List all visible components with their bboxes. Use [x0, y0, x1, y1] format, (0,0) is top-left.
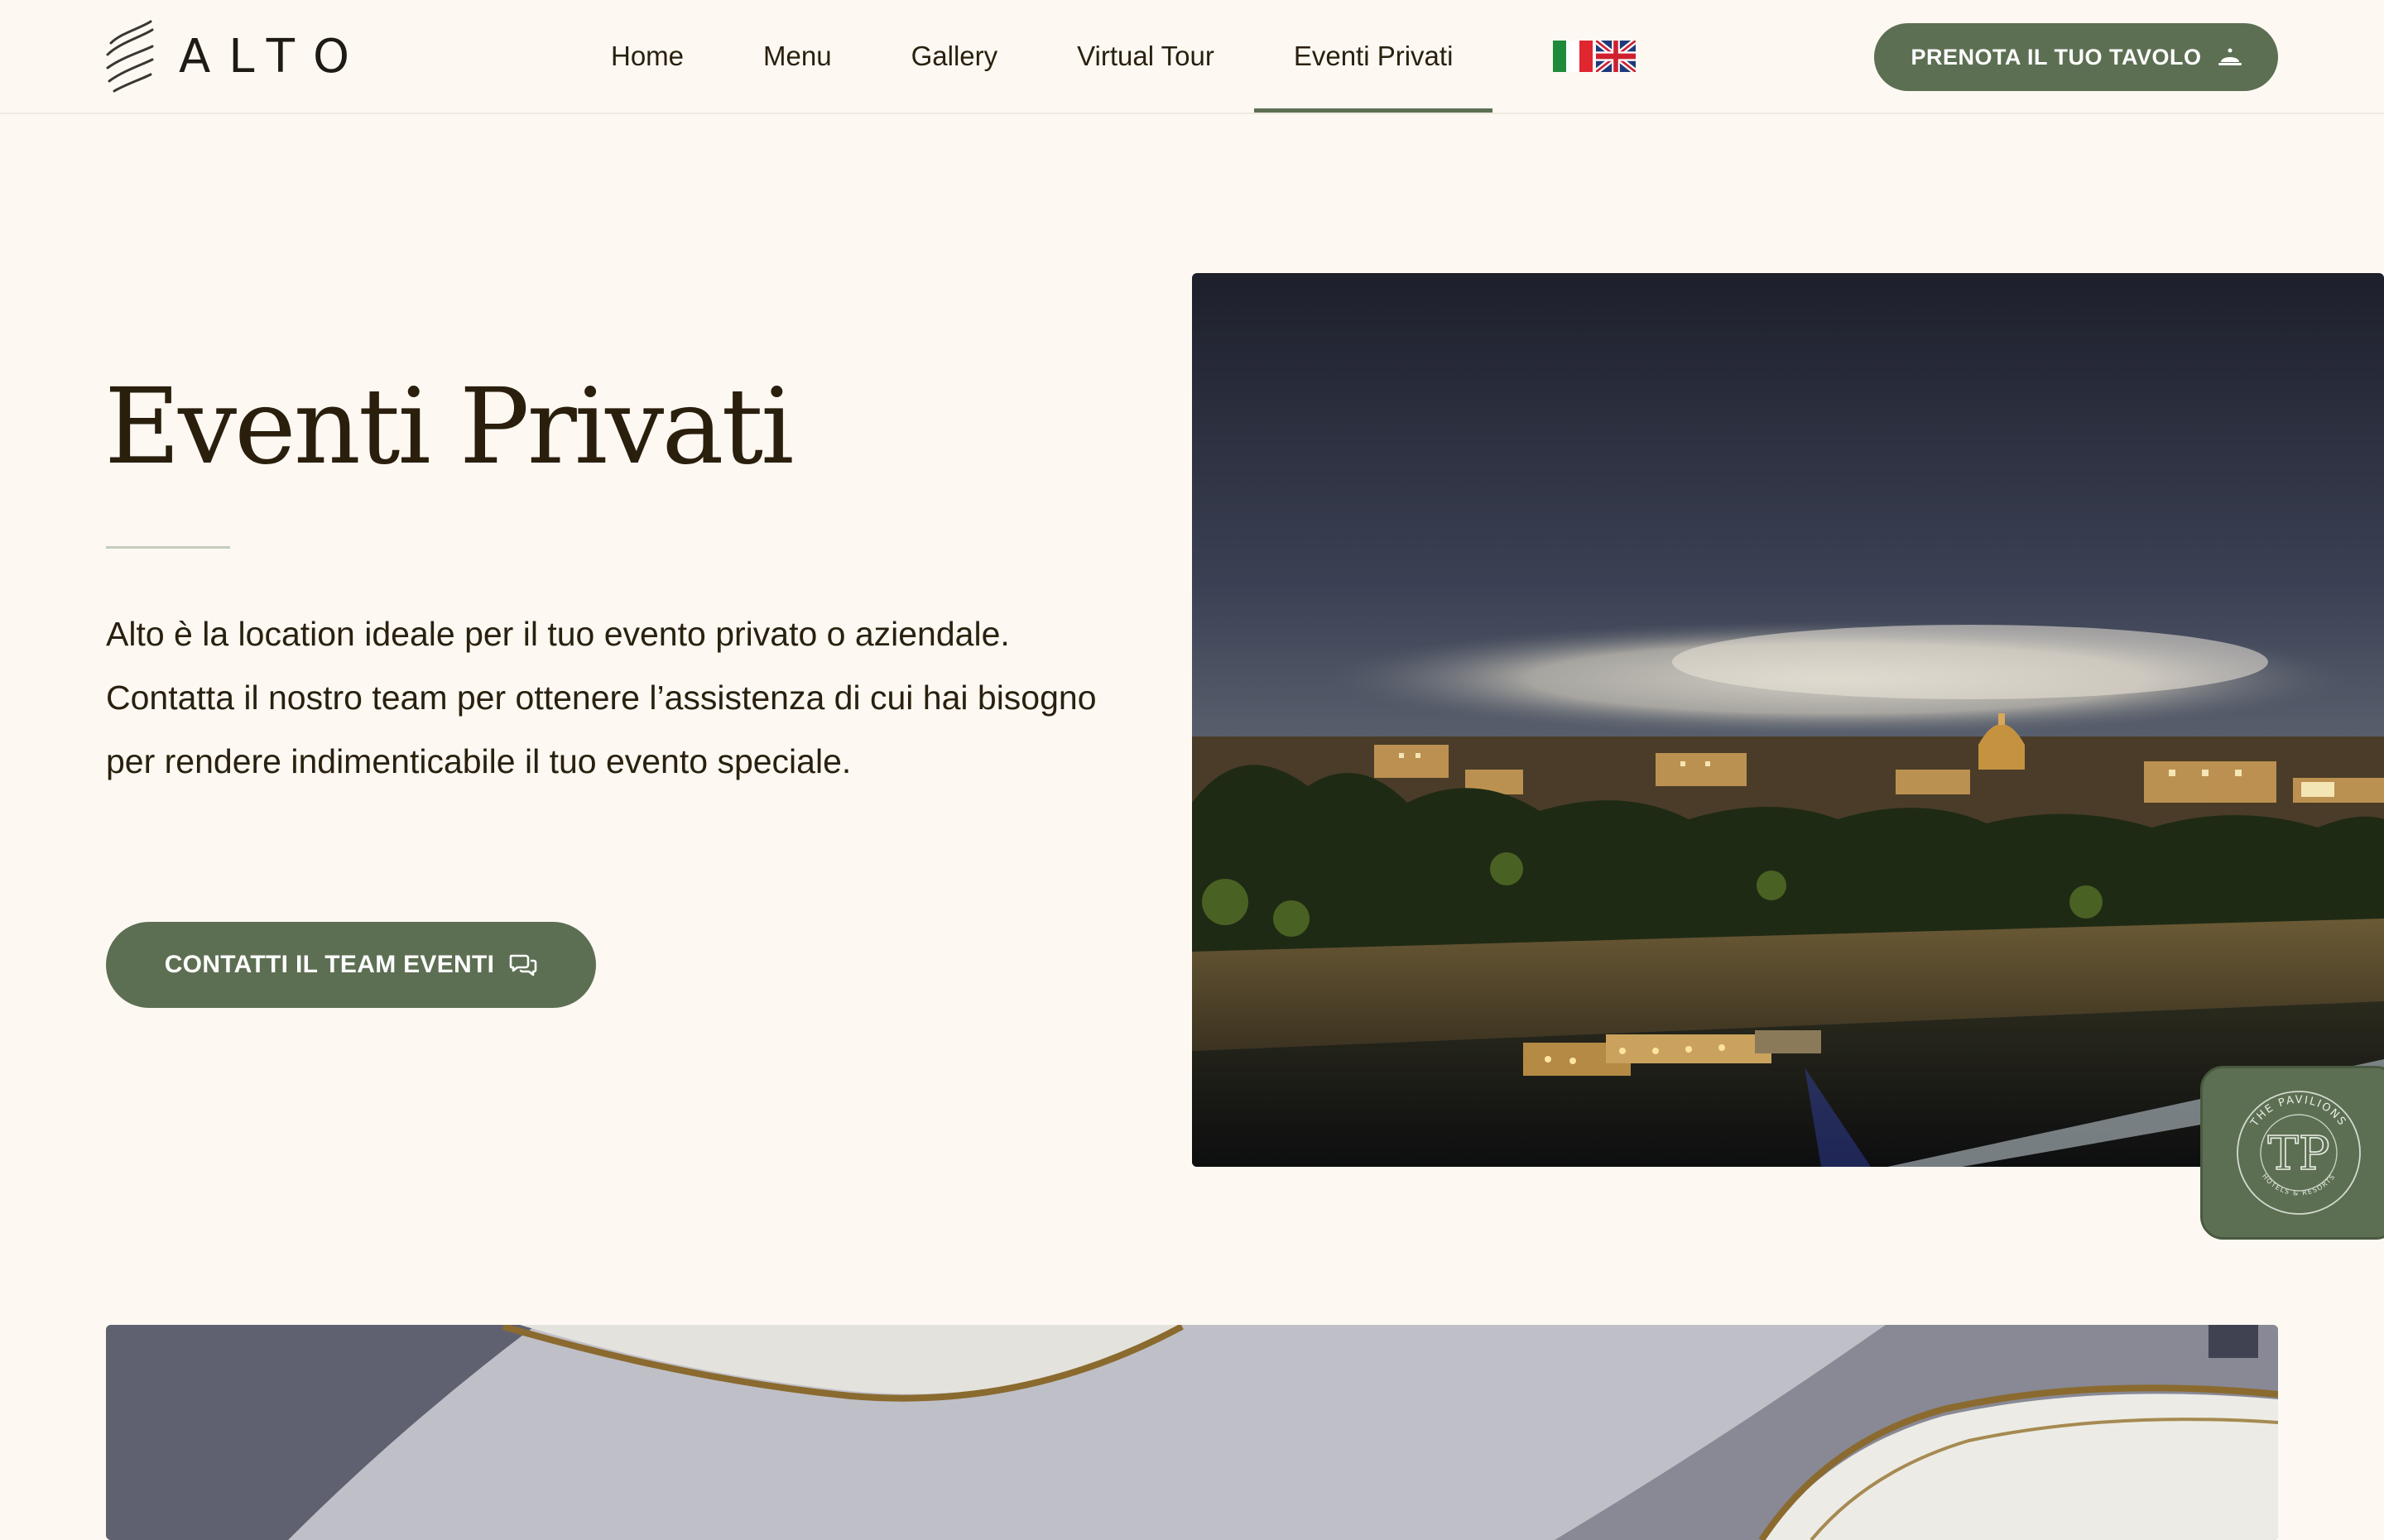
- contact-events-team-button[interactable]: CONTATTI IL TEAM EVENTI: [106, 922, 596, 1008]
- logo[interactable]: ALTO: [104, 18, 368, 94]
- svg-text:THE PAVILIONS: THE PAVILIONS: [2248, 1094, 2349, 1130]
- nav-label: Gallery: [911, 41, 998, 71]
- cloche-icon: [2218, 48, 2242, 65]
- contact-label: CONTATTI IL TEAM EVENTI: [164, 951, 495, 978]
- nav-label: Virtual Tour: [1077, 41, 1214, 71]
- nav-label: Home: [611, 41, 685, 71]
- language-switcher: [1553, 41, 1636, 72]
- pavilions-logo-icon: THE PAVILIONS HOTELS & RESORTS TP: [2237, 1091, 2361, 1215]
- site-header: ALTO Home Menu Gallery Virtual Tour Even…: [0, 0, 2384, 114]
- nav-item-eventi-privati[interactable]: Eventi Privati: [1253, 0, 1493, 113]
- pavilions-hotels-badge[interactable]: THE PAVILIONS HOTELS & RESORTS TP: [2200, 1066, 2384, 1240]
- badge-monogram: TP: [2267, 1127, 2329, 1181]
- page-title: Eventi Privati: [104, 366, 794, 487]
- table-setting-photo: [106, 1325, 2278, 1540]
- nav-label: Menu: [763, 41, 832, 71]
- nav-item-gallery[interactable]: Gallery: [872, 0, 1038, 113]
- badge-text-top: THE PAVILIONS: [2248, 1094, 2348, 1130]
- reserve-table-button[interactable]: PRENOTA IL TUO TAVOLO: [1874, 23, 2278, 91]
- nav-item-virtual-tour[interactable]: Virtual Tour: [1037, 0, 1254, 113]
- nav-item-menu[interactable]: Menu: [723, 0, 872, 113]
- nav-item-home[interactable]: Home: [571, 0, 723, 113]
- nav-label: Eventi Privati: [1293, 41, 1454, 71]
- uk-flag-icon[interactable]: [1596, 41, 1636, 72]
- hero-description: Alto è la location ideale per il tuo eve…: [106, 615, 1097, 780]
- logo-mark-icon: [106, 20, 154, 93]
- chat-icon: [509, 954, 537, 976]
- logo-text: ALTO: [179, 29, 368, 84]
- it-flag-icon[interactable]: [1553, 41, 1593, 72]
- main-nav: Home Menu Gallery Virtual Tour Eventi Pr…: [571, 0, 1493, 113]
- hero-photo-rome-night: [1192, 273, 2384, 1167]
- title-divider: [106, 546, 230, 549]
- reserve-label: PRENOTA IL TUO TAVOLO: [1911, 44, 2202, 70]
